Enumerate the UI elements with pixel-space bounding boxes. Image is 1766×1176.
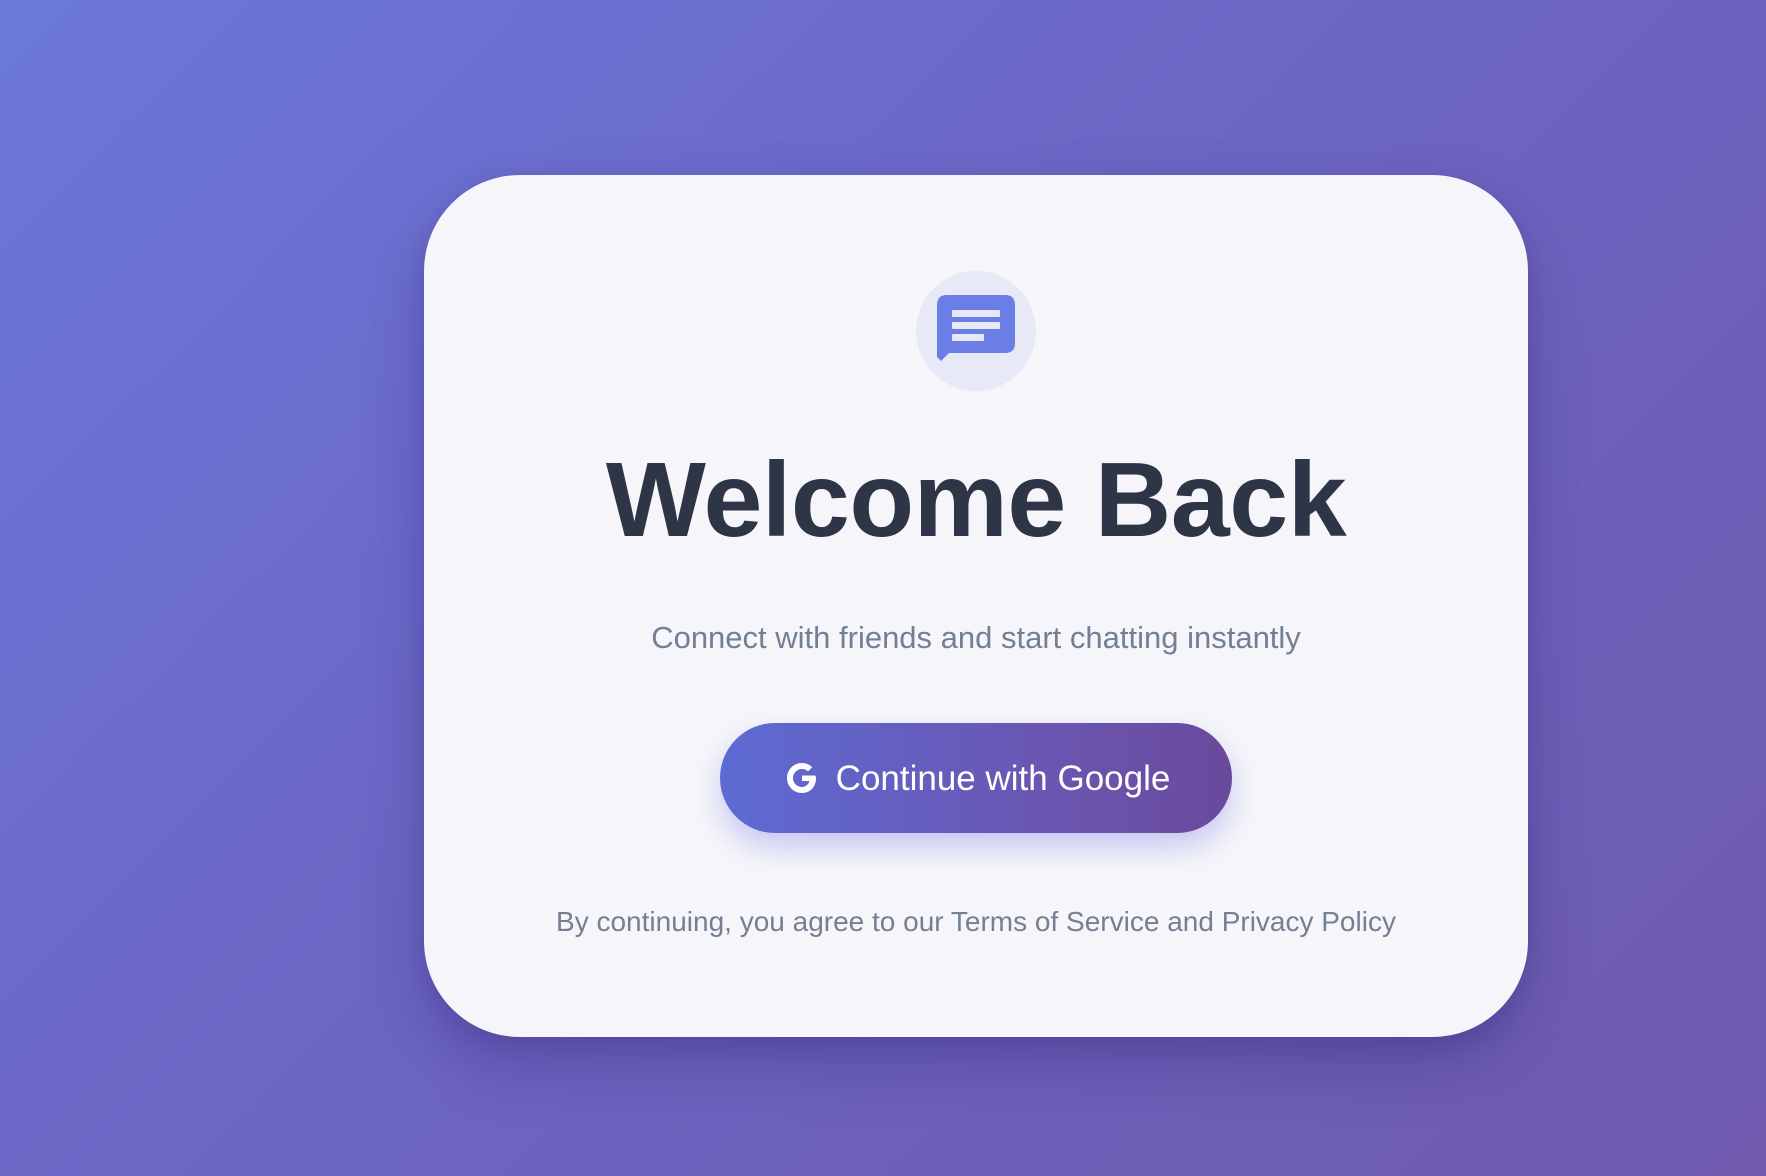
login-card: Welcome Back Connect with friends and st… bbox=[424, 175, 1528, 1037]
page-title: Welcome Back bbox=[605, 441, 1347, 559]
terms-of-service-link[interactable]: Terms of Service bbox=[951, 906, 1160, 937]
chat-bubble-icon bbox=[937, 295, 1015, 361]
logo-badge bbox=[916, 271, 1036, 391]
google-g-icon bbox=[782, 758, 822, 798]
privacy-policy-link[interactable]: Privacy Policy bbox=[1222, 906, 1396, 937]
legal-prefix: By continuing, you agree to our bbox=[556, 906, 944, 937]
continue-with-google-button[interactable]: Continue with Google bbox=[720, 723, 1232, 833]
legal-conjunction: and bbox=[1167, 906, 1214, 937]
google-button-label: Continue with Google bbox=[835, 758, 1171, 798]
page-subtitle: Connect with friends and start chatting … bbox=[651, 620, 1301, 655]
legal-notice: By continuing, you agree to our Terms of… bbox=[424, 905, 1528, 939]
